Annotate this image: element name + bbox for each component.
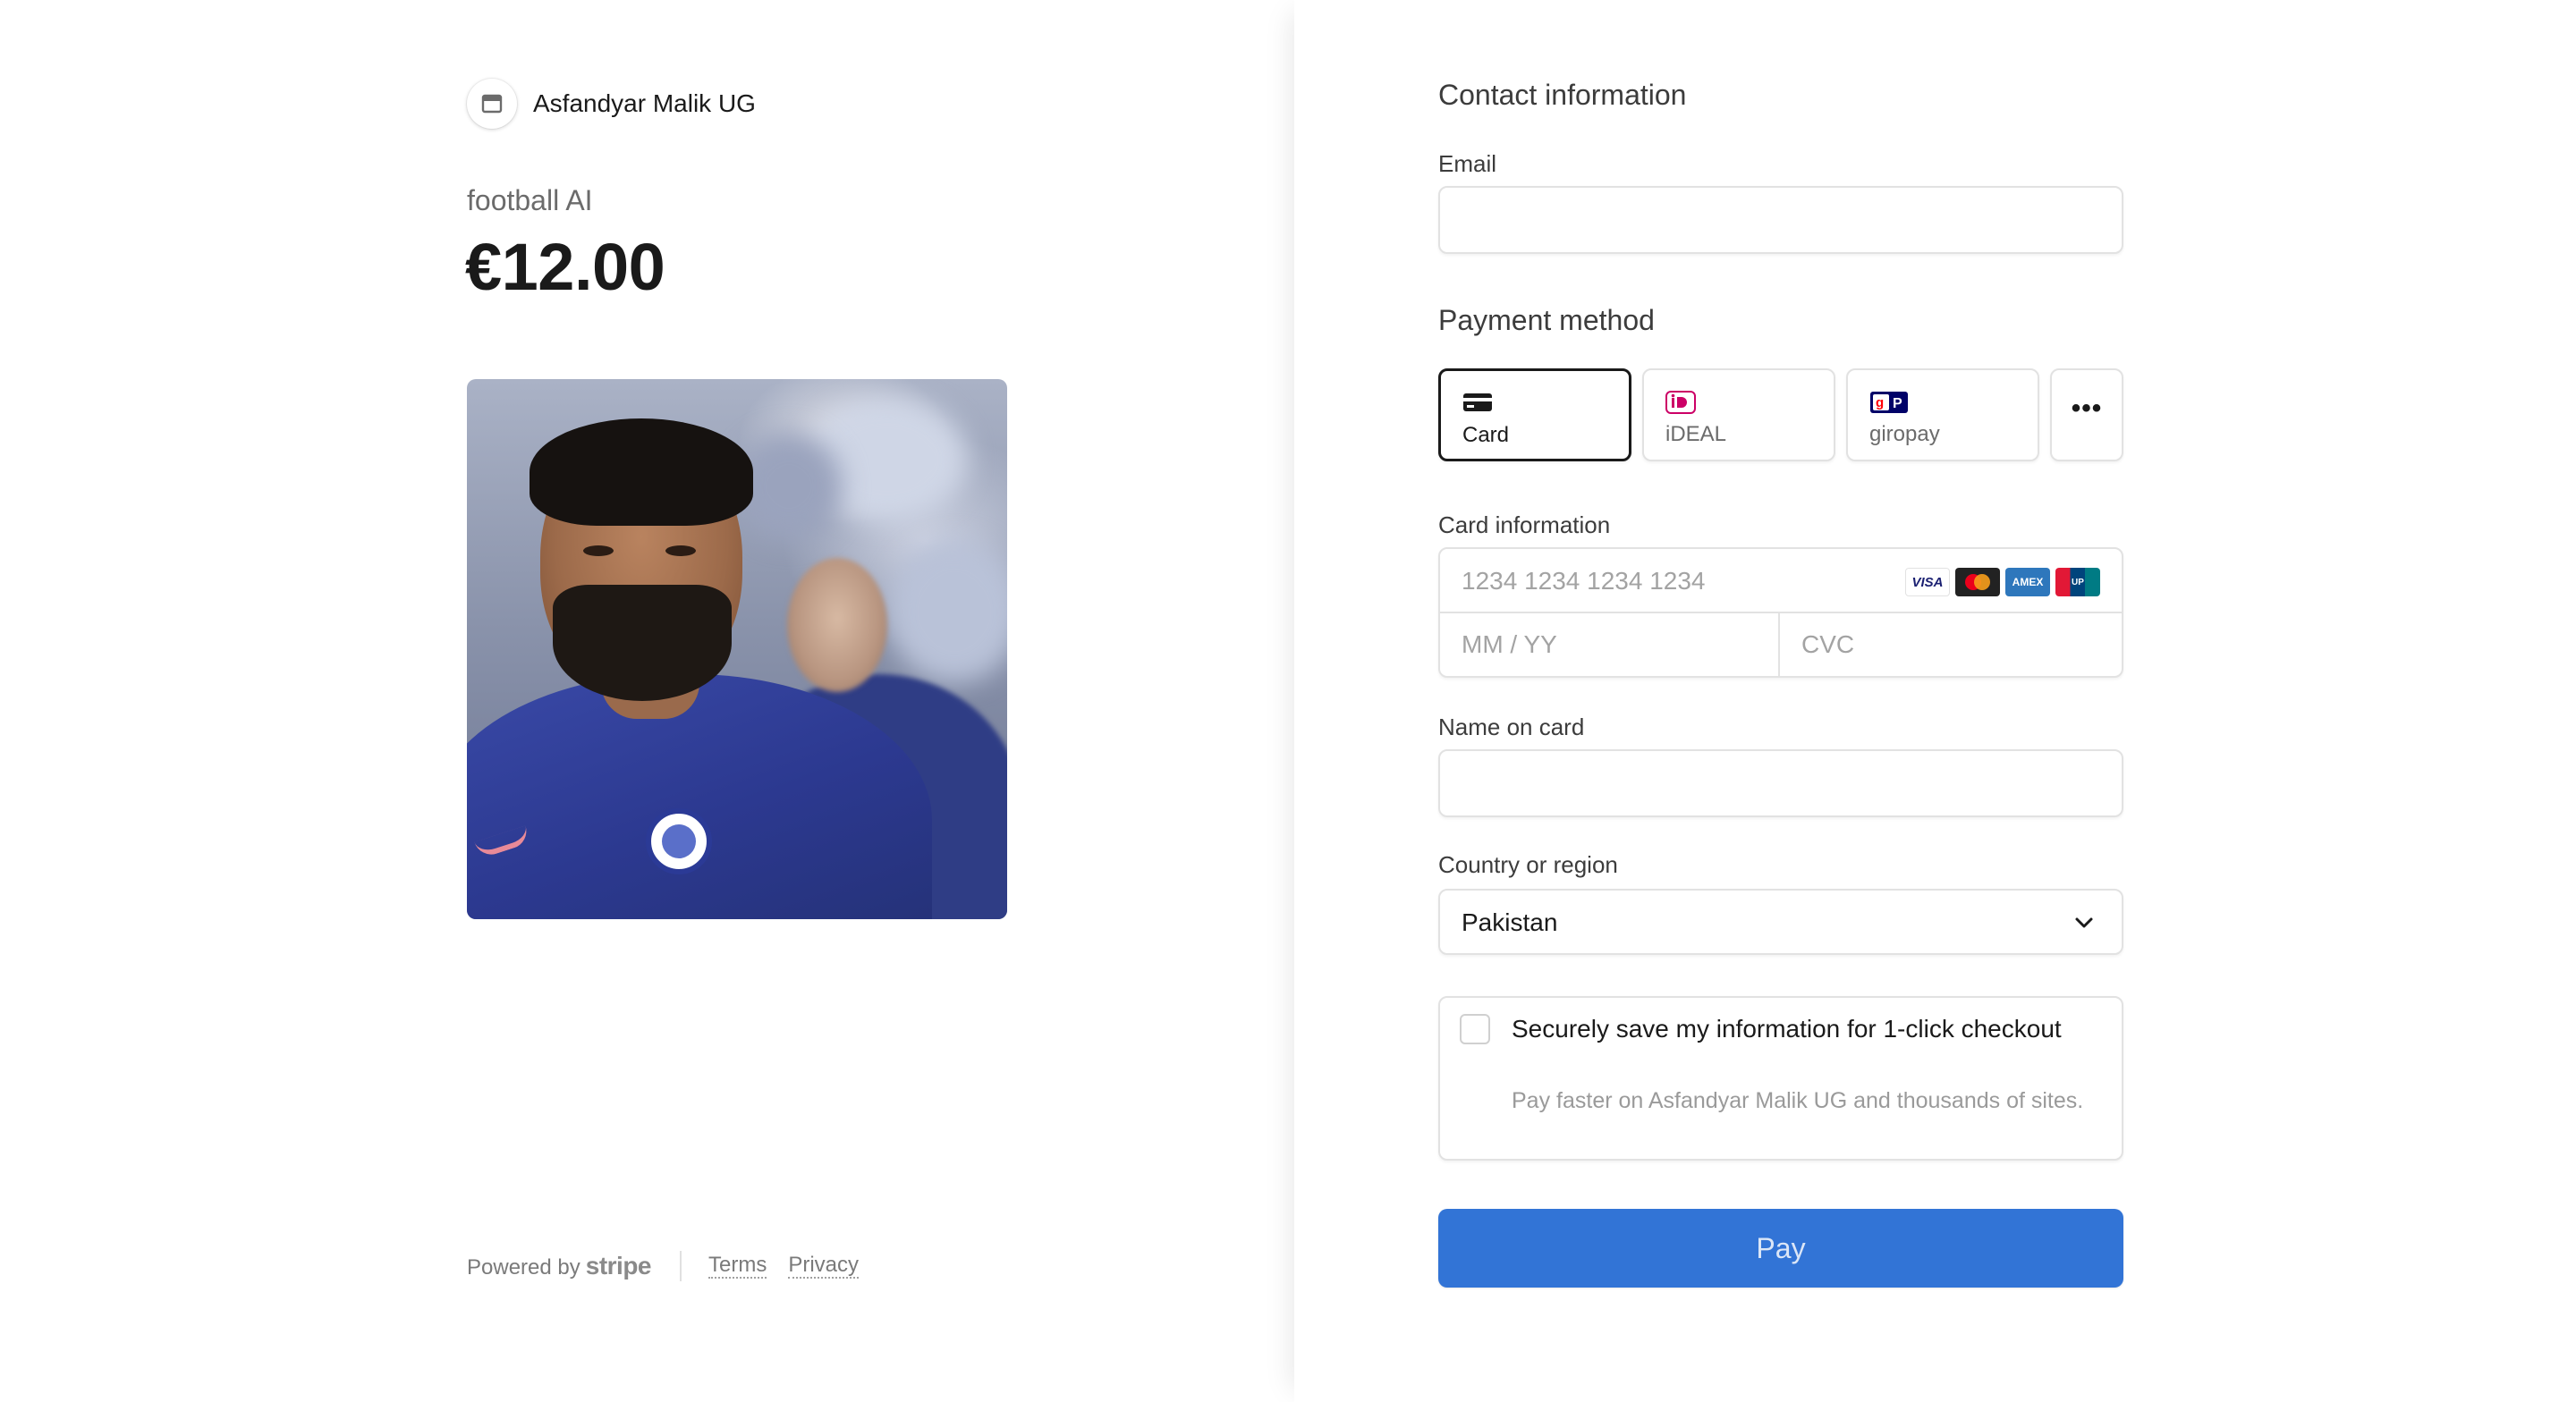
payment-tab-giropay[interactable]: g P giropay	[1846, 368, 2039, 461]
card-cvc-placeholder: CVC	[1801, 630, 1855, 658]
save-info-box: Securely save my information for 1-click…	[1438, 996, 2123, 1161]
card-icon	[1462, 391, 1493, 418]
stripe-logo[interactable]: stripe	[586, 1252, 652, 1280]
card-number-input[interactable]: 1234 1234 1234 1234 VISA AMEX UP	[1440, 549, 2122, 613]
mastercard-icon	[1955, 568, 2000, 596]
store-icon	[467, 79, 517, 129]
contact-heading: Contact information	[1438, 79, 1687, 111]
pay-button[interactable]: Pay	[1438, 1209, 2123, 1288]
email-label: Email	[1438, 150, 1497, 177]
footer: Powered by stripe Terms Privacy	[467, 1248, 880, 1284]
save-info-title: Securely save my information for 1-click…	[1512, 1015, 2062, 1043]
email-input[interactable]	[1438, 186, 2123, 254]
name-on-card-input[interactable]	[1438, 749, 2123, 817]
unionpay-icon: UP	[2055, 568, 2100, 596]
payment-tab-ideal[interactable]: iDEAL	[1642, 368, 1835, 461]
terms-link[interactable]: Terms	[708, 1253, 767, 1280]
footer-divider	[680, 1251, 682, 1281]
card-brands: VISA AMEX UP	[1905, 568, 2100, 596]
amex-icon: AMEX	[2005, 568, 2050, 596]
powered-by-text: Powered by	[467, 1255, 580, 1280]
visa-icon: VISA	[1905, 568, 1950, 596]
save-info-subtitle: Pay faster on Asfandyar Malik UG and tho…	[1512, 1088, 2084, 1113]
card-expiry-input[interactable]: MM / YY	[1440, 613, 1780, 676]
more-dots-icon: •••	[2071, 393, 2103, 423]
order-summary-pane: Asfandyar Malik UG football AI €12.00 Po…	[0, 0, 1294, 1402]
product-price: €12.00	[465, 230, 665, 304]
product-name: football AI	[467, 184, 593, 216]
card-cvc-input[interactable]: CVC	[1780, 613, 2122, 676]
card-number-placeholder: 1234 1234 1234 1234	[1462, 567, 1706, 595]
ideal-icon	[1665, 390, 1698, 419]
card-information-label: Card information	[1438, 511, 1611, 538]
payment-tab-card-label: Card	[1462, 423, 1510, 447]
svg-text:g: g	[1876, 395, 1884, 410]
chevron-down-icon	[2072, 910, 2097, 940]
country-select-value: Pakistan	[1462, 908, 1558, 936]
payment-tab-ideal-label: iDEAL	[1665, 422, 1727, 446]
svg-text:P: P	[1893, 396, 1902, 411]
payment-method-heading: Payment method	[1438, 304, 1655, 336]
more-payment-methods-button[interactable]: •••	[2050, 368, 2123, 461]
merchant-header[interactable]: Asfandyar Malik UG	[467, 79, 756, 129]
card-information-group: 1234 1234 1234 1234 VISA AMEX UP MM / YY…	[1438, 547, 2123, 678]
country-label: Country or region	[1438, 851, 1618, 878]
country-select[interactable]: Pakistan	[1438, 889, 2123, 955]
card-expiry-placeholder: MM / YY	[1462, 630, 1557, 658]
club-crest-icon	[646, 808, 712, 874]
payment-tab-card[interactable]: Card	[1438, 368, 1631, 461]
name-on-card-label: Name on card	[1438, 714, 1585, 740]
powered-by: Powered by stripe	[467, 1252, 652, 1280]
save-info-checkbox[interactable]	[1460, 1014, 1490, 1044]
privacy-link[interactable]: Privacy	[788, 1253, 860, 1280]
payment-tab-giropay-label: giropay	[1869, 422, 1940, 446]
merchant-name: Asfandyar Malik UG	[533, 89, 756, 117]
giropay-icon: g P	[1869, 390, 1909, 419]
product-image	[467, 379, 1007, 919]
